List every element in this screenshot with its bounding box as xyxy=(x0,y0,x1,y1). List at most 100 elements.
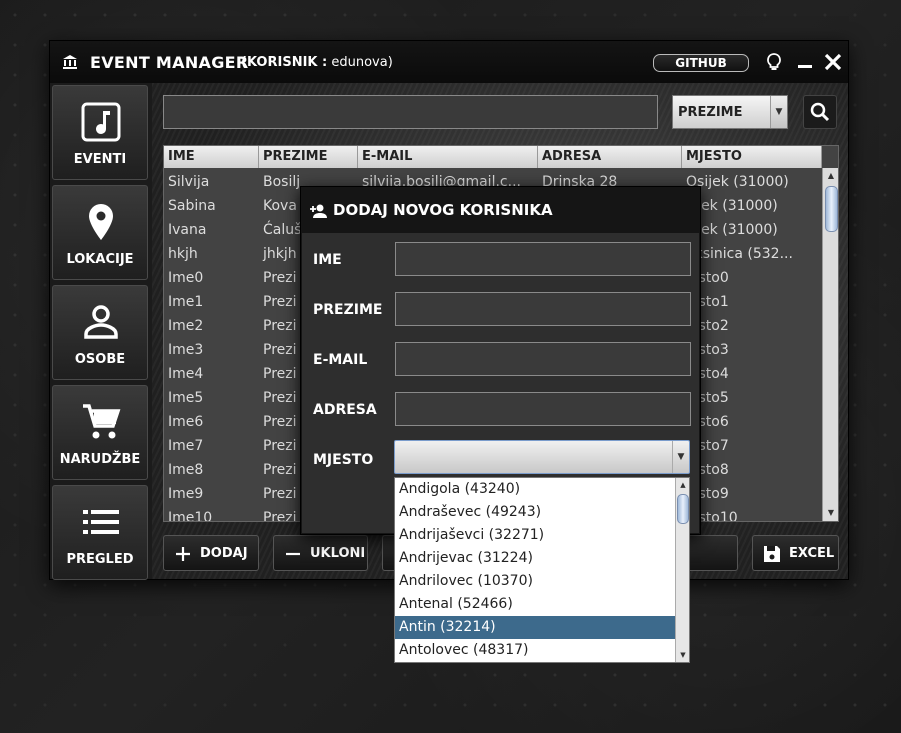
location-pin-icon xyxy=(89,204,113,240)
cell-ime: Ime3 xyxy=(168,342,204,358)
label-ime: IME xyxy=(313,252,342,268)
search-field-select[interactable]: PREZIME ▼ xyxy=(672,95,788,129)
column-header-prezime[interactable]: PREZIME xyxy=(259,146,358,168)
table-header: IME PREZIME E-MAIL ADRESA MJESTO xyxy=(164,146,822,168)
minimize-icon[interactable] xyxy=(795,52,815,72)
sidebar-item-pregled[interactable]: PREGLED xyxy=(52,485,148,580)
table-scrollbar[interactable]: ▲ ▼ xyxy=(822,168,838,521)
sidebar-item-narudzbe[interactable]: NARUDŽBE xyxy=(52,385,148,480)
cell-mjesto: sijek (31000) xyxy=(686,222,778,238)
cell-ime: Ime7 xyxy=(168,438,204,454)
sidebar-item-label: NARUDŽBE xyxy=(59,452,141,467)
scroll-down-icon[interactable]: ▼ xyxy=(823,505,838,521)
person-icon xyxy=(84,305,118,339)
cell-ime: Ime5 xyxy=(168,390,204,406)
cell-ime: Ime6 xyxy=(168,414,204,430)
title-bar: EVENT MANAGER (KORISNIK : edunova) GITHU… xyxy=(50,41,848,83)
scroll-down-icon[interactable]: ▼ xyxy=(676,648,689,662)
sidebar-item-lokacije[interactable]: LOKACIJE xyxy=(52,185,148,280)
column-header-adresa[interactable]: ADRESA xyxy=(538,146,682,168)
cell-mjesto: jesto2 xyxy=(686,318,729,334)
chevron-down-icon: ▼ xyxy=(770,96,787,128)
adresa-field[interactable] xyxy=(395,392,691,426)
music-note-icon xyxy=(81,102,121,142)
label-mjesto: MJESTO xyxy=(313,452,374,468)
cell-ime: Silvija xyxy=(168,174,210,190)
column-header-ime[interactable]: IME xyxy=(164,146,259,168)
dropdown-option[interactable]: Andrilovec (10370) xyxy=(395,570,675,593)
dropdown-scrollbar[interactable]: ▲ ▼ xyxy=(675,478,689,662)
lightbulb-icon[interactable] xyxy=(764,52,784,72)
cell-mjesto: jesto8 xyxy=(686,462,729,478)
user-name: edunova) xyxy=(331,55,393,70)
bank-icon xyxy=(63,55,77,69)
cell-ime: Ime4 xyxy=(168,366,204,382)
dropdown-option[interactable]: Antolovec (48317) xyxy=(395,639,675,662)
dropdown-option[interactable]: Andraševec (49243) xyxy=(395,501,675,524)
list-icon xyxy=(83,510,119,534)
cell-ime: Ime9 xyxy=(168,486,204,502)
scroll-thumb[interactable] xyxy=(677,494,689,524)
cell-mjesto: jesto7 xyxy=(686,438,729,454)
column-header-mjesto[interactable]: MJESTO xyxy=(682,146,822,168)
github-button[interactable]: GITHUB xyxy=(653,54,749,72)
shopping-cart-icon xyxy=(83,404,121,439)
mjesto-select[interactable]: ▼ xyxy=(394,440,690,474)
cell-ime: Ime10 xyxy=(168,510,213,522)
add-button[interactable]: DODAJ xyxy=(163,535,259,571)
cell-ime: hkjh xyxy=(168,246,198,262)
cell-ime: Ivana xyxy=(168,222,207,238)
scroll-thumb[interactable] xyxy=(825,186,838,232)
ime-field[interactable] xyxy=(395,242,691,276)
dropdown-option[interactable]: Andigola (43240) xyxy=(395,478,675,501)
plus-icon xyxy=(176,547,190,561)
scroll-up-icon[interactable]: ▲ xyxy=(823,168,838,184)
cell-ime: Ime0 xyxy=(168,270,204,286)
cell-mjesto: jesto3 xyxy=(686,342,729,358)
search-button[interactable] xyxy=(803,95,837,129)
search-field-value: PREZIME xyxy=(678,105,743,120)
column-header-email[interactable]: E-MAIL xyxy=(358,146,538,168)
dropdown-option[interactable]: Antenal (52466) xyxy=(395,593,675,616)
dialog-title-text: DODAJ NOVOG KORISNIKA xyxy=(333,201,553,219)
dropdown-option[interactable]: Andrijevac (31224) xyxy=(395,547,675,570)
current-user: (KORISNIK : edunova) xyxy=(241,55,393,70)
cell-mjesto: jesto9 xyxy=(686,486,729,502)
add-person-icon xyxy=(310,204,327,218)
cell-mjesto: jesto4 xyxy=(686,366,729,382)
sidebar-item-label: EVENTI xyxy=(73,152,127,167)
cell-ime: Sabina xyxy=(168,198,216,214)
sidebar-item-label: LOKACIJE xyxy=(66,252,134,267)
sidebar-item-osobe[interactable]: OSOBE xyxy=(52,285,148,380)
excel-button-label: EXCEL xyxy=(789,546,835,561)
cell-mjesto: jesto10 xyxy=(686,510,738,522)
email-field[interactable] xyxy=(395,342,691,376)
cell-mjesto: jesto5 xyxy=(686,390,729,406)
cell-mjesto: eksinica (532... xyxy=(686,246,793,262)
label-adresa: ADRESA xyxy=(313,402,377,418)
close-icon[interactable] xyxy=(823,52,843,72)
save-icon xyxy=(764,546,780,562)
search-icon xyxy=(810,102,830,122)
sidebar-item-label: PREGLED xyxy=(66,552,134,567)
dropdown-option[interactable]: Andrijaševci (32271) xyxy=(395,524,675,547)
cell-ime: Ime2 xyxy=(168,318,204,334)
dropdown-option[interactable]: Antin (32214) xyxy=(395,616,675,639)
minus-icon xyxy=(286,552,300,556)
prezime-field[interactable] xyxy=(395,292,691,326)
app-title: EVENT MANAGER xyxy=(90,53,249,72)
add-button-label: DODAJ xyxy=(200,546,248,561)
cell-mjesto: jesto0 xyxy=(686,270,729,286)
search-input[interactable] xyxy=(163,95,658,129)
sidebar-item-label: OSOBE xyxy=(74,352,126,367)
cell-mjesto: Osijek (31000) xyxy=(686,174,789,190)
scroll-up-icon[interactable]: ▲ xyxy=(676,478,689,492)
remove-button[interactable]: UKLONI xyxy=(273,535,368,571)
sidebar-item-eventi[interactable]: EVENTI xyxy=(52,85,148,180)
label-prezime: PREZIME xyxy=(313,302,383,318)
cell-ime: Ime8 xyxy=(168,462,204,478)
chevron-down-icon: ▼ xyxy=(672,441,689,473)
cell-mjesto: sijek (31000) xyxy=(686,198,778,214)
cell-ime: Ime1 xyxy=(168,294,204,310)
excel-button[interactable]: EXCEL xyxy=(752,535,839,571)
